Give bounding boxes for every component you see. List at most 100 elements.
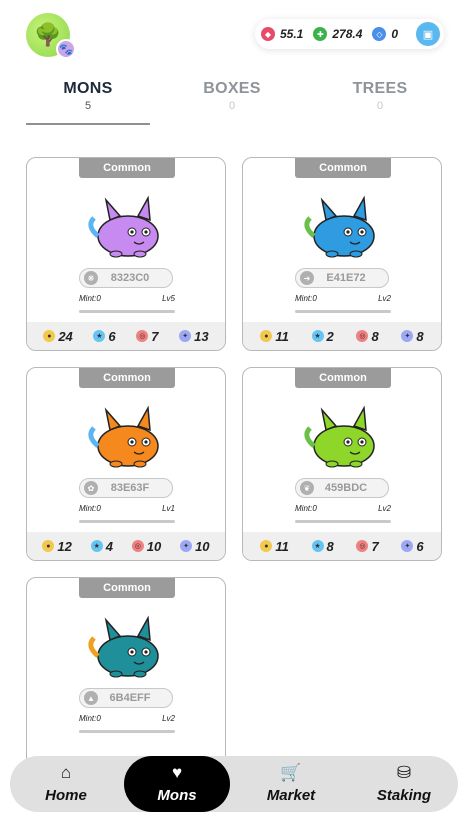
hp-icon: ● (260, 540, 273, 552)
resource-bar: ◆ 55.1 ✚ 278.4 ◇ 0 ▣ (255, 19, 444, 49)
stat-value: 11 (275, 538, 289, 554)
heart-icon: ♥ (171, 763, 183, 782)
stat-value: 10 (146, 538, 162, 554)
mon-stats: ● 11 ★ 8 ◎ 7 ✦ 6 (243, 532, 441, 560)
nav-market[interactable]: 🛒 Market (235, 756, 347, 812)
resource-leaf: ✚ 278.4 (313, 27, 362, 41)
rarity-label: Common (79, 158, 175, 178)
xp-bar (295, 310, 391, 313)
mon-card[interactable]: Common ❋ 8323C0 Mint:0 Lv5 ● 24 ★ 6 ◎ 7 ✦ 13 (26, 157, 226, 351)
wallet-button[interactable]: ▣ (416, 22, 440, 46)
active-tab-underline (26, 123, 150, 125)
cart-icon: 🛒 (280, 763, 302, 782)
nav-mons[interactable]: ♥ Mons (124, 756, 230, 812)
mon-image (304, 405, 375, 468)
mon-level: Lv2 (378, 504, 391, 513)
mon-level: Lv2 (162, 714, 175, 723)
mon-id: E41E72 (326, 272, 366, 284)
mon-id: 83E63F (110, 482, 150, 494)
resource-leaf-value: 278.4 (332, 27, 363, 41)
leaf-coin-icon: ✚ (313, 27, 328, 41)
stat-value: 2 (326, 328, 334, 344)
mon-image (88, 195, 159, 258)
rarity-label: Common (79, 578, 175, 598)
mon-class-icon: ❋ (84, 271, 98, 285)
mon-class-icon: ▲ (84, 691, 98, 705)
mon-card[interactable]: Common ➜ E41E72 Mint:0 Lv2 ● 11 ★ 2 ◎ 8 ✦ 8 (242, 157, 442, 351)
stat-value: 6 (108, 328, 116, 344)
mon-level: Lv2 (378, 294, 391, 303)
mon-id-pill: ❋ 8323C0 (79, 268, 173, 288)
mint-count: Mint:0 (295, 504, 317, 513)
stat-hp: ● 11 (260, 539, 289, 554)
tab-label: TREES (352, 80, 408, 97)
mon-id: 8323C0 (110, 272, 150, 284)
nav-home[interactable]: ⌂ Home (10, 756, 122, 812)
stat-morale: ✦ 8 (401, 328, 424, 344)
mon-stats: ● 24 ★ 6 ◎ 7 ✦ 13 (27, 322, 225, 350)
tab-trees[interactable]: TREES 0 (318, 80, 442, 112)
tab-count: 5 (84, 100, 92, 112)
mon-image (88, 615, 159, 678)
mon-id: 6B4EFF (109, 692, 151, 704)
stat-speed: ★ 6 (93, 328, 116, 344)
mon-image (88, 405, 159, 468)
stat-value: 8 (371, 328, 379, 344)
stat-morale: ✦ 10 (180, 538, 210, 554)
profile-avatar[interactable]: 🌳 🐾 (26, 13, 76, 59)
stat-value: 7 (151, 328, 159, 344)
stat-morale: ✦ 6 (401, 538, 424, 554)
mon-meta: Mint:0 Lv2 (295, 294, 391, 303)
rarity-label: Common (295, 158, 391, 178)
tab-label: MONS (63, 80, 113, 97)
stat-hp: ● 24 (43, 329, 73, 344)
xp-bar (79, 520, 175, 523)
stat-value: 10 (195, 538, 210, 554)
stat-skill: ◎ 8 (356, 328, 379, 344)
stat-value: 4 (105, 538, 113, 554)
hp-icon: ● (43, 330, 56, 342)
morale-icon: ✦ (401, 330, 414, 342)
skill-icon: ◎ (356, 330, 369, 342)
nav-staking[interactable]: ⛁ Staking (348, 756, 460, 812)
tab-label: BOXES (203, 80, 261, 97)
mon-meta: Mint:0 Lv2 (79, 714, 175, 723)
mon-class-icon: ❦ (300, 481, 314, 495)
stat-value: 11 (275, 328, 289, 344)
coin-stack-icon: ⛁ (396, 763, 412, 782)
mint-count: Mint:0 (79, 714, 101, 723)
nav-label: Staking (376, 787, 432, 804)
mon-level: Lv1 (162, 504, 175, 513)
rarity-label: Common (295, 368, 391, 388)
mon-card[interactable]: Common ▲ 6B4EFF Mint:0 Lv2 (26, 577, 226, 771)
mon-id: 459BDC (324, 482, 368, 494)
stat-skill: ◎ 10 (131, 538, 162, 554)
nav-label: Mons (157, 787, 197, 804)
stat-skill: ◎ 7 (356, 539, 379, 554)
xp-bar (79, 310, 175, 313)
gem-icon: ◆ (261, 27, 275, 41)
tab-mons[interactable]: MONS 5 (26, 80, 150, 112)
stat-value: 6 (416, 538, 424, 554)
drop-coin-icon: ◇ (372, 27, 387, 41)
mon-class-icon: ✿ (84, 481, 98, 495)
mon-card[interactable]: Common ❦ 459BDC Mint:0 Lv2 ● 11 ★ 8 ◎ 7 ✦ 6 (242, 367, 442, 561)
mon-card[interactable]: Common ✿ 83E63F Mint:0 Lv1 ● 12 ★ 4 ◎ 10 ✦ 10 (26, 367, 226, 561)
morale-icon: ✦ (401, 540, 414, 552)
mon-class-icon: ➜ (300, 271, 314, 285)
speed-icon: ★ (90, 540, 103, 552)
mon-stats: ● 11 ★ 2 ◎ 8 ✦ 8 (243, 322, 441, 350)
mon-image (304, 195, 375, 258)
stat-speed: ★ 4 (90, 538, 113, 554)
morale-icon: ✦ (180, 540, 193, 552)
stat-hp: ● 12 (42, 539, 72, 554)
tab-boxes[interactable]: BOXES 0 (170, 80, 294, 112)
mint-count: Mint:0 (295, 294, 317, 303)
tab-count: 0 (376, 100, 384, 112)
stat-value: 8 (416, 328, 424, 344)
morale-icon: ✦ (179, 330, 192, 342)
mon-id-pill: ✿ 83E63F (79, 478, 173, 498)
hp-icon: ● (260, 330, 273, 342)
stat-morale: ✦ 13 (179, 329, 209, 344)
mon-meta: Mint:0 Lv1 (79, 504, 175, 513)
